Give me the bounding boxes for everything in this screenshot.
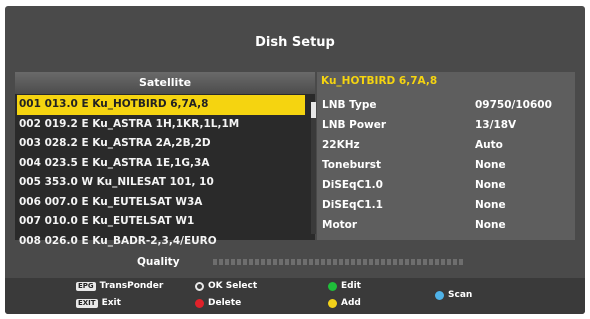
exit-hint[interactable]: EXIT Exit: [76, 298, 121, 308]
footer-help-bar: EPG TransPonder EXIT Exit OK Select Dele…: [5, 278, 585, 314]
delete-label: Delete: [208, 298, 242, 308]
ok-icon: [195, 281, 204, 291]
scan-label: Scan: [448, 290, 473, 300]
setting-value: None: [475, 159, 506, 171]
red-button-icon: [195, 298, 204, 308]
satellite-item-selected[interactable]: 001 013.0 E Ku_HOTBIRD 6,7A,8: [17, 95, 305, 115]
setting-value: 09750/10600: [475, 99, 552, 111]
satellite-list-panel: Satellite 001 013.0 E Ku_HOTBIRD 6,7A,8 …: [15, 72, 316, 247]
satellite-item[interactable]: 003 028.2 E Ku_ASTRA 2A,2B,2D: [15, 134, 308, 154]
satellite-list: 001 013.0 E Ku_HOTBIRD 6,7A,8 002 019.2 …: [15, 95, 308, 251]
setting-diseqc11[interactable]: DiSEqC1.1 None: [317, 195, 575, 215]
satellite-item[interactable]: 007 010.0 E Ku_EUTELSAT W1: [15, 212, 308, 232]
yellow-button-icon: [328, 298, 337, 308]
exit-label: Exit: [101, 298, 121, 308]
setting-22khz[interactable]: 22KHz Auto: [317, 135, 575, 155]
detail-title: Ku_HOTBIRD 6,7A,8: [321, 75, 438, 87]
satellite-item[interactable]: 006 007.0 E Ku_EUTELSAT W3A: [15, 193, 308, 213]
ok-select-label: OK Select: [208, 281, 258, 291]
setting-lnb-power[interactable]: LNB Power 13/18V: [317, 115, 575, 135]
setting-lnb-type[interactable]: LNB Type 09750/10600: [317, 95, 575, 115]
scrollbar-thumb[interactable]: [311, 102, 316, 118]
add-label: Add: [341, 298, 361, 308]
setting-label: DiSEqC1.0: [322, 179, 383, 191]
setting-label: Toneburst: [322, 159, 382, 171]
quality-bar: [213, 259, 463, 265]
blue-button-icon: [435, 290, 444, 300]
detail-rows: LNB Type 09750/10600 LNB Power 13/18V 22…: [317, 95, 575, 235]
setting-motor[interactable]: Motor None: [317, 215, 575, 235]
setting-label: LNB Power: [322, 119, 387, 131]
setting-label: LNB Type: [322, 99, 377, 111]
setting-label: Motor: [322, 219, 358, 231]
setting-value: None: [475, 219, 506, 231]
dish-setup-panel: Dish Setup Satellite 001 013.0 E Ku_HOTB…: [5, 6, 585, 314]
satellite-header: Satellite: [15, 72, 315, 94]
setting-toneburst[interactable]: Toneburst None: [317, 155, 575, 175]
setting-value: Auto: [475, 139, 503, 151]
setting-label: DiSEqC1.1: [322, 199, 383, 211]
setting-value: 13/18V: [475, 119, 517, 131]
exit-key-icon: EXIT: [76, 298, 98, 308]
page-title: Dish Setup: [255, 35, 335, 50]
ok-select-hint[interactable]: OK Select: [195, 281, 257, 291]
satellite-detail-panel: Ku_HOTBIRD 6,7A,8 LNB Type 09750/10600 L…: [317, 72, 575, 240]
satellite-item[interactable]: 004 023.5 E Ku_ASTRA 1E,1G,3A: [15, 154, 308, 174]
satellite-scrollbar[interactable]: [311, 102, 316, 234]
transponder-hint[interactable]: EPG TransPonder: [76, 281, 163, 291]
delete-hint[interactable]: Delete: [195, 298, 241, 308]
epg-key-icon: EPG: [76, 281, 96, 291]
satellite-item[interactable]: 008 026.0 E Ku_BADR-2,3,4/EURO: [15, 232, 308, 252]
setting-value: None: [475, 199, 506, 211]
setting-diseqc10[interactable]: DiSEqC1.0 None: [317, 175, 575, 195]
scan-hint[interactable]: Scan: [435, 290, 472, 300]
transponder-label: TransPonder: [99, 281, 164, 291]
edit-label: Edit: [341, 281, 361, 291]
edit-hint[interactable]: Edit: [328, 281, 361, 291]
green-button-icon: [328, 281, 337, 291]
satellite-item[interactable]: 002 019.2 E Ku_ASTRA 1H,1KR,1L,1M: [15, 115, 308, 135]
setting-value: None: [475, 179, 506, 191]
setting-label: 22KHz: [322, 139, 360, 151]
satellite-item[interactable]: 005 353.0 W Ku_NILESAT 101, 10: [15, 173, 308, 193]
quality-label: Quality: [137, 256, 180, 268]
add-hint[interactable]: Add: [328, 298, 361, 308]
